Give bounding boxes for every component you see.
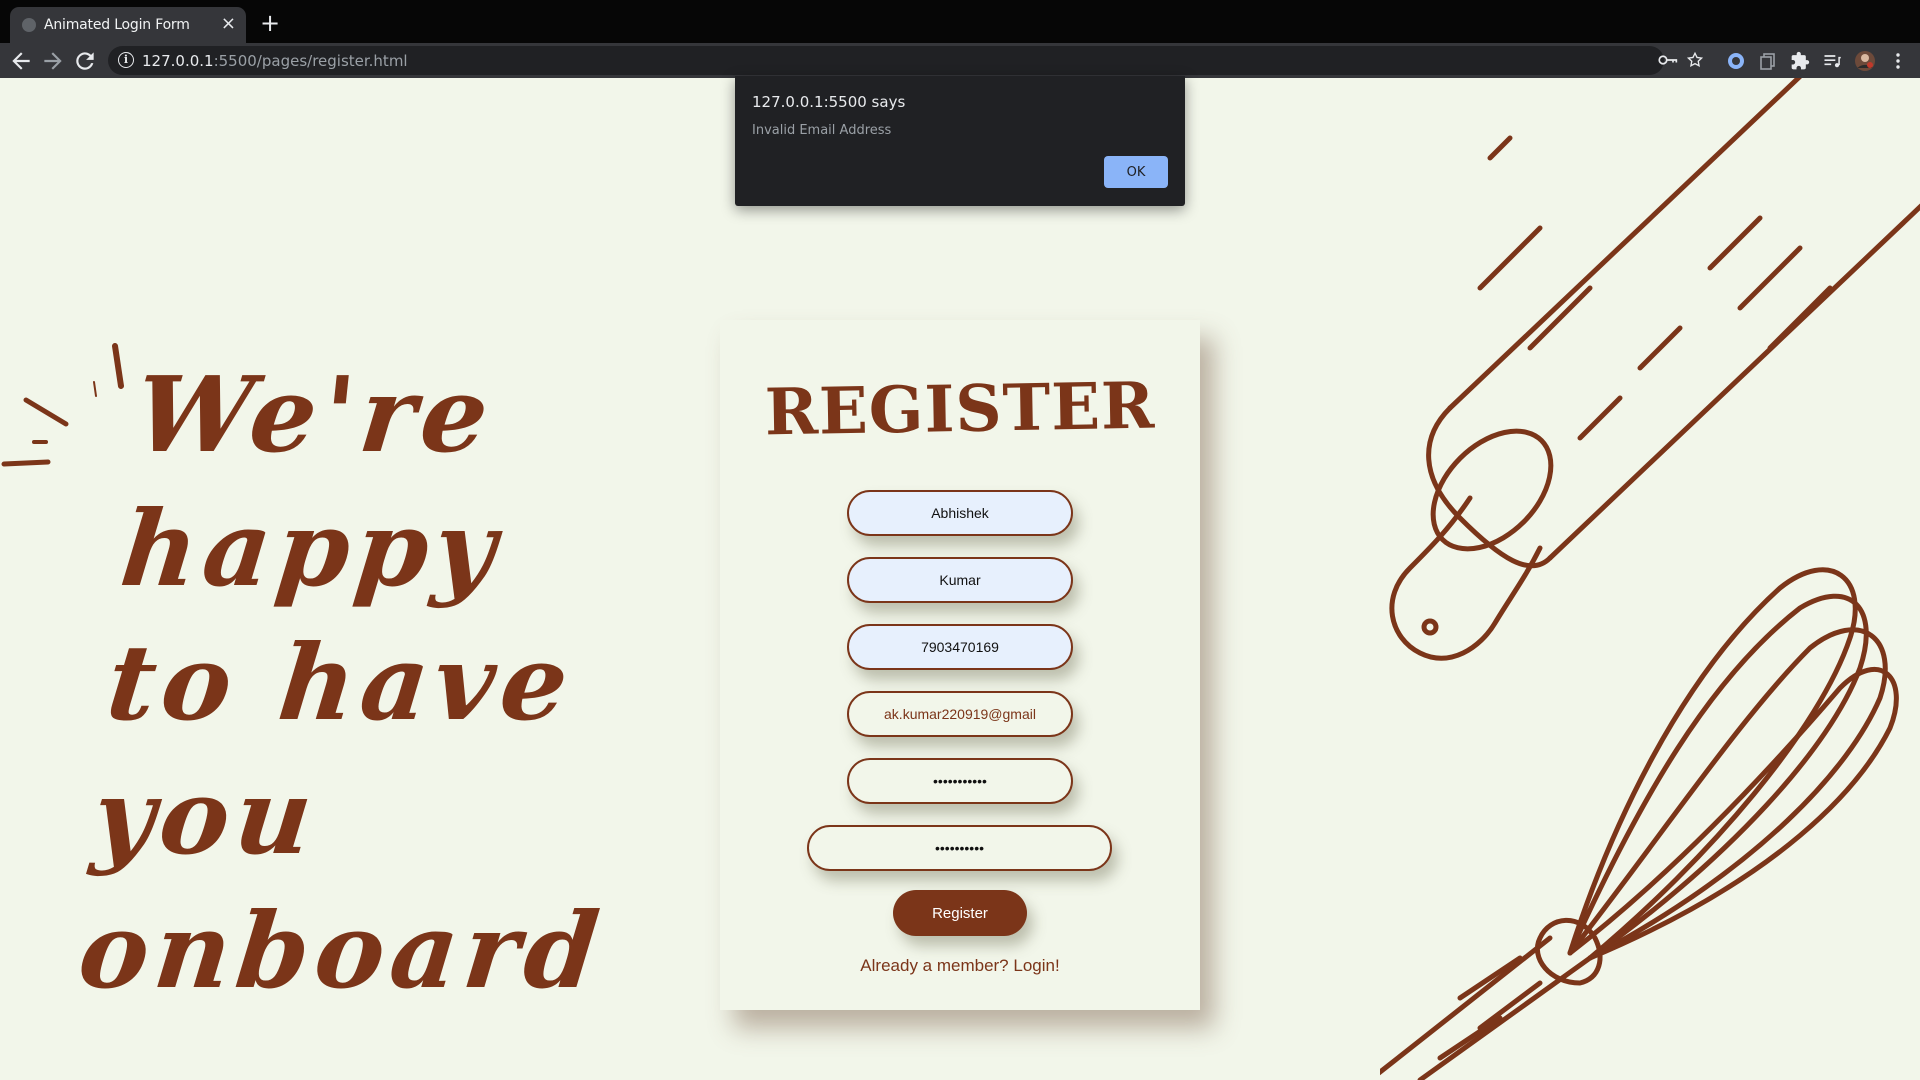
browser-tab-strip: Animated Login Form × + — [0, 0, 1920, 43]
dialog-title: 127.0.0.1:5500 says — [752, 93, 906, 111]
welcome-line: you — [87, 755, 324, 878]
tab-title: Animated Login Form — [44, 17, 190, 33]
profile-avatar-icon[interactable] — [1854, 50, 1876, 72]
rolling-pin-and-whisk-illustration — [1380, 78, 1920, 1080]
welcome-line: onboard — [73, 889, 611, 1012]
new-tab-button[interactable]: + — [260, 9, 280, 37]
register-heading: REGISTER — [764, 368, 1156, 451]
spark-lines-decoration — [1, 343, 124, 467]
extension-blue-icon[interactable] — [1726, 51, 1746, 71]
kebab-menu-icon[interactable] — [1888, 51, 1908, 71]
first-name-input[interactable] — [847, 490, 1073, 536]
email-input[interactable] — [847, 691, 1073, 737]
dialog-message: Invalid Email Address — [752, 123, 892, 138]
back-arrow-icon[interactable] — [8, 48, 34, 74]
media-queue-icon[interactable] — [1822, 51, 1842, 71]
address-bar[interactable]: i 127.0.0.1:5500/pages/register.html — [108, 46, 1704, 75]
browser-tab[interactable]: Animated Login Form × — [10, 7, 246, 43]
forward-arrow-icon[interactable] — [40, 48, 66, 74]
ok-button[interactable]: OK — [1104, 156, 1168, 188]
puzzle-extensions-icon[interactable] — [1790, 51, 1810, 71]
site-info-icon[interactable]: i — [118, 52, 134, 68]
last-name-input[interactable] — [847, 557, 1073, 603]
login-link[interactable]: Already a member? Login! — [720, 956, 1200, 976]
close-tab-icon[interactable]: × — [221, 13, 236, 34]
password-input[interactable] — [847, 758, 1073, 804]
url-text[interactable]: 127.0.0.1:5500/pages/register.html — [142, 52, 408, 70]
bookmark-star-icon[interactable] — [1686, 51, 1704, 69]
welcome-line: We're — [129, 353, 500, 476]
globe-icon — [22, 18, 36, 32]
copy-extension-icon[interactable] — [1758, 51, 1778, 71]
confirm-password-input[interactable] — [807, 825, 1112, 871]
key-icon[interactable] — [1658, 52, 1678, 68]
welcome-line: to have — [101, 621, 580, 744]
register-button[interactable]: Register — [893, 890, 1027, 936]
alert-dialog: 127.0.0.1:5500 says Invalid Email Addres… — [735, 76, 1185, 206]
phone-input[interactable] — [847, 624, 1073, 670]
welcome-line: happy — [115, 487, 508, 610]
welcome-message: We're happy to have you onboard — [73, 348, 667, 1018]
register-page: We're happy to have you onboard REGISTER… — [0, 78, 1920, 1080]
register-card: REGISTER Register Already a member? Logi… — [720, 320, 1200, 1010]
browser-toolbar: i 127.0.0.1:5500/pages/register.html — [0, 43, 1920, 78]
reload-icon[interactable] — [72, 48, 98, 74]
